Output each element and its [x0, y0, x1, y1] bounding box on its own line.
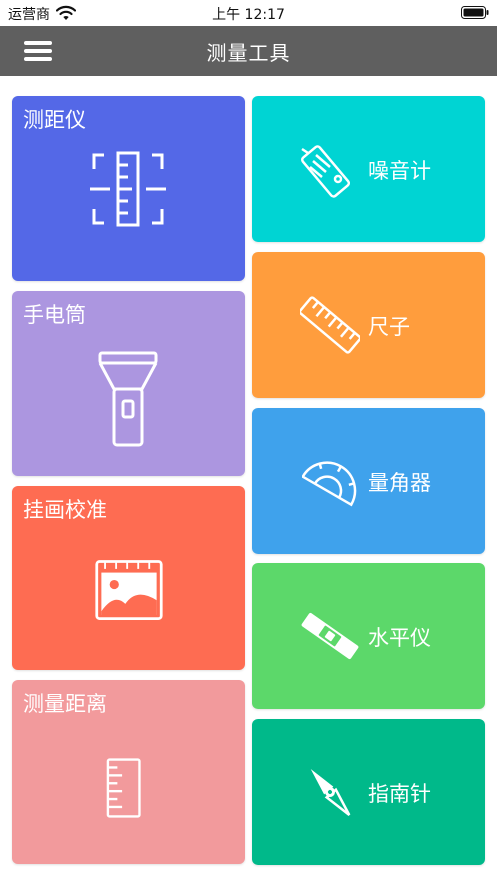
flashlight-label: 手电筒 [23, 303, 86, 327]
ruler-tile[interactable]: 尺子 [252, 252, 485, 398]
compass-icon [310, 769, 351, 816]
vertical-ruler-icon [106, 758, 141, 818]
picture-calibration-tile[interactable]: 挂画校准 [12, 486, 245, 670]
measure-distance-tile[interactable]: 测量距离 [12, 680, 245, 864]
noise-meter-tile[interactable]: 噪音计 [252, 96, 485, 242]
spirit-level-icon [301, 613, 359, 659]
noise-meter-label: 噪音计 [368, 159, 431, 183]
flashlight-tile[interactable]: 手电筒 [12, 291, 245, 476]
picture-calibration-label: 挂画校准 [23, 498, 107, 522]
measure-distance-label: 测量距离 [23, 692, 107, 716]
flashlight-icon [98, 351, 158, 447]
ruler-label: 尺子 [368, 315, 410, 339]
ruler-icon [300, 296, 360, 354]
status-time: 上午 12:17 [212, 7, 285, 23]
compass-label: 指南针 [368, 782, 431, 806]
battery-icon [461, 6, 489, 19]
protractor-label: 量角器 [368, 471, 431, 495]
compass-tile[interactable]: 指南针 [252, 719, 485, 865]
picture-frame-icon [95, 560, 163, 621]
page-title: 测量工具 [206, 41, 291, 65]
rangefinder-tile[interactable]: 测距仪 [12, 96, 245, 281]
spirit-level-label: 水平仪 [368, 626, 431, 650]
noise-meter-icon [301, 145, 351, 198]
nav-bar: 测量工具 [0, 26, 497, 76]
rangefinder-label: 测距仪 [23, 108, 86, 132]
rangefinder-icon [90, 151, 166, 227]
protractor-icon [302, 461, 357, 507]
spirit-level-tile[interactable]: 水平仪 [252, 563, 485, 709]
protractor-tile[interactable]: 量角器 [252, 408, 485, 554]
status-bar: 运营商 上午 12:17 [0, 0, 497, 26]
